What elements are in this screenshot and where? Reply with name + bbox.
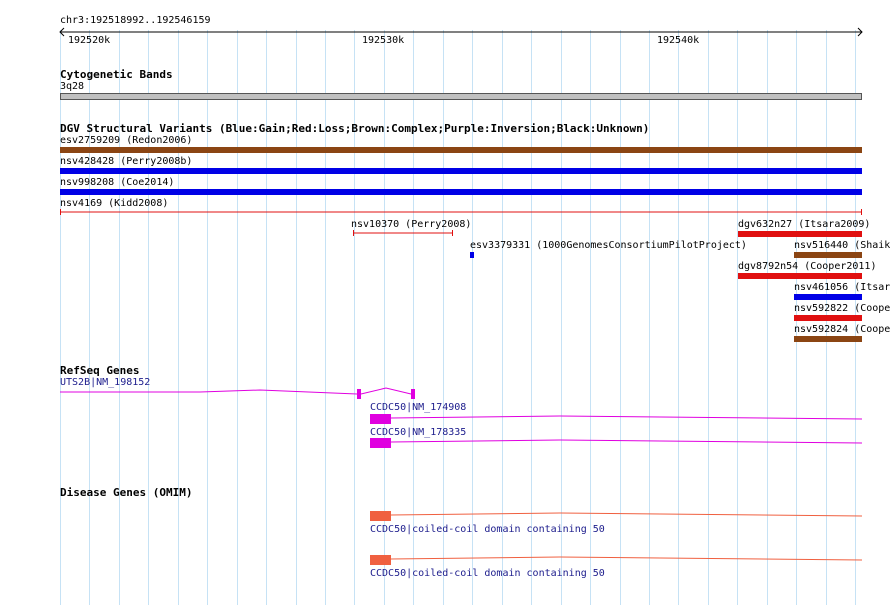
variant-bar-loss[interactable]: [794, 315, 862, 321]
cytoband-bar[interactable]: [60, 93, 862, 100]
track-title-refseq: RefSeq Genes: [60, 364, 140, 377]
gene-model-ccdc50-a[interactable]: [0, 412, 890, 428]
variant-line-loss[interactable]: [0, 208, 890, 218]
cytoband-label: 3q28: [60, 81, 85, 92]
ruler-tick-label: 192540k: [657, 35, 700, 46]
gene-model-uts2b[interactable]: [0, 384, 890, 404]
variant-label: esv3379331 (1000GenomesConsortiumPilotPr…: [470, 240, 747, 251]
variant-bar-gain[interactable]: [60, 168, 862, 174]
omim-gene-model[interactable]: [0, 553, 890, 569]
variant-label: nsv516440 (Shaik: [794, 240, 890, 251]
variant-label: dgv632n27 (Itsara2009): [738, 219, 871, 230]
variant-label: nsv998208 (Coe2014): [60, 177, 175, 188]
variant-bar-loss[interactable]: [738, 231, 862, 237]
gene-model-ccdc50-b[interactable]: [0, 436, 890, 452]
omim-gene-label: CCDC50|coiled-coil domain containing 50: [370, 524, 605, 535]
variant-label: esv2759209 (Redon2006): [60, 135, 193, 146]
ruler-tick-label: 192530k: [362, 35, 405, 46]
track-title-omim: Disease Genes (OMIM): [60, 486, 193, 499]
omim-gene-label: CCDC50|coiled-coil domain containing 50: [370, 568, 605, 579]
track-title-dgv: DGV Structural Variants (Blue:Gain;Red:L…: [60, 122, 650, 135]
variant-bar-complex[interactable]: [794, 252, 862, 258]
variant-bar-gain[interactable]: [794, 294, 862, 300]
variant-label: dgv8792n54 (Cooper2011): [738, 261, 877, 272]
variant-label: nsv461056 (Itsar: [794, 282, 890, 293]
ruler-axis[interactable]: [0, 25, 890, 45]
variant-bar-complex[interactable]: [60, 147, 862, 153]
omim-gene-model[interactable]: [0, 509, 890, 525]
track-title-cytoband: Cytogenetic Bands: [60, 68, 173, 81]
variant-label: nsv592824 (Coope: [794, 324, 890, 335]
variant-bar-gain[interactable]: [470, 252, 474, 258]
ruler-tick-label: 192520k: [68, 35, 111, 46]
genome-browser-view: chr3:192518992..192546159 192520k 192530…: [0, 0, 890, 605]
variant-label: nsv592822 (Coope: [794, 303, 890, 314]
variant-bar-gain[interactable]: [60, 189, 862, 195]
variant-label: nsv428428 (Perry2008b): [60, 156, 193, 167]
variant-bar-loss[interactable]: [738, 273, 862, 279]
variant-bar-complex[interactable]: [794, 336, 862, 342]
